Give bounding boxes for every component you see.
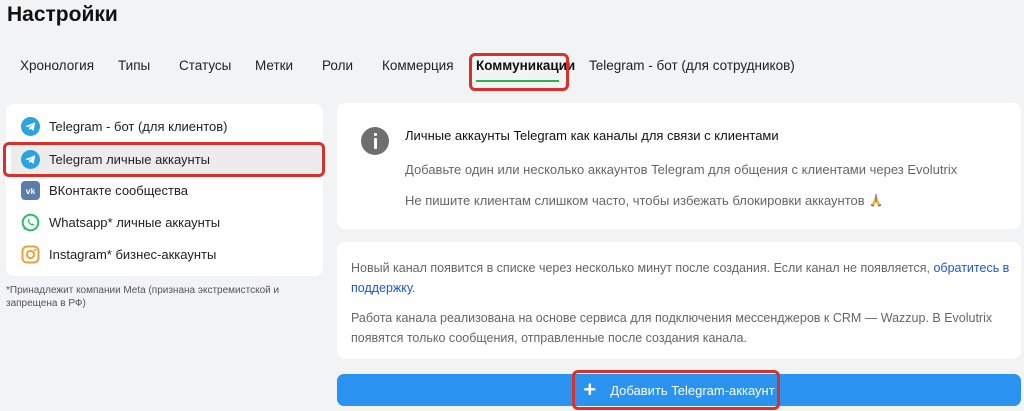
tab-chronology[interactable]: Хронология <box>20 58 94 73</box>
sidebar-item-label: Instagram* бизнес-аккаунты <box>49 246 217 262</box>
meta-footnote: *Принадлежит компании Meta (признана экс… <box>6 285 280 309</box>
channels-sidebar: Telegram - бот (для клиентов) Telegram л… <box>6 104 323 276</box>
sidebar-item-vk[interactable]: vk ВКонтакте сообщества <box>6 175 323 205</box>
vk-icon: vk <box>21 180 40 200</box>
tab-commerce[interactable]: Коммерция <box>382 58 454 73</box>
info-card-line-2-text: Не пишите клиентам слишком часто, чтобы … <box>405 193 865 208</box>
sidebar-highlight-frame <box>3 142 325 177</box>
info-card-line-2: Не пишите клиентам слишком часто, чтобы … <box>405 193 883 208</box>
tab-types[interactable]: Типы <box>118 58 150 73</box>
sidebar-item-label: Whatsapp* личные аккаунты <box>49 214 221 230</box>
info-card-title: Личные аккаунты Telegram как каналы для … <box>405 128 779 143</box>
tab-roles[interactable]: Роли <box>322 58 353 73</box>
pray-emoji-icon <box>869 193 883 207</box>
page-title: Настройки <box>7 3 118 26</box>
tab-telegram-bot-staff[interactable]: Telegram - бот (для сотрудников) <box>589 58 795 73</box>
tab-highlight-frame <box>469 53 569 91</box>
notes-text: Новый канал появится в списке через неск… <box>351 261 934 275</box>
info-card: Личные аккаунты Telegram как каналы для … <box>337 103 1021 229</box>
sidebar-item-telegram-bot[interactable]: Telegram - бот (для клиентов) <box>6 111 323 141</box>
instagram-icon <box>21 245 40 264</box>
notes-paragraph-2: Работа канала реализована на основе серв… <box>351 311 993 345</box>
sidebar-item-instagram[interactable]: Instagram* бизнес-аккаунты <box>6 239 323 269</box>
sidebar-item-label: ВКонтакте сообщества <box>49 182 188 198</box>
svg-text:vk: vk <box>26 186 36 196</box>
tab-statuses[interactable]: Статусы <box>179 58 231 73</box>
notes-card: Новый канал появится в списке через неск… <box>337 242 1021 359</box>
tab-labels[interactable]: Метки <box>255 58 293 73</box>
notes-period: . <box>411 281 416 295</box>
whatsapp-icon <box>21 213 40 232</box>
sidebar-item-label: Telegram - бот (для клиентов) <box>49 118 228 134</box>
notes-paragraph-1: Новый канал появится в списке через неск… <box>351 258 1011 298</box>
info-card-line-1: Добавьте один или несколько аккаунтов Te… <box>405 162 958 177</box>
button-highlight-frame <box>572 370 780 410</box>
sidebar-item-whatsapp[interactable]: Whatsapp* личные аккаунты <box>6 207 323 237</box>
telegram-icon <box>21 116 40 136</box>
info-icon <box>361 127 389 155</box>
